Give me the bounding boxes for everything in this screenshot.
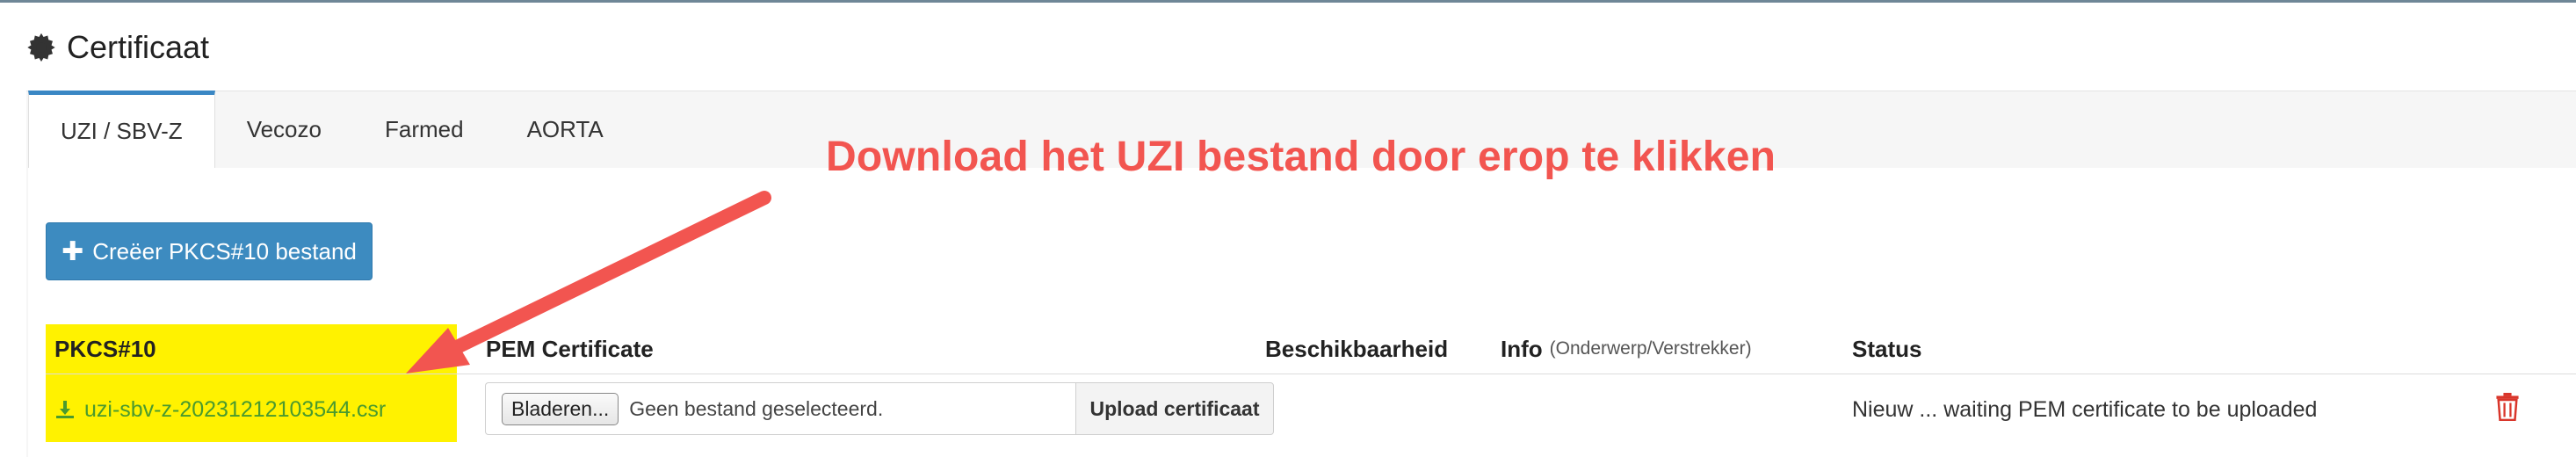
csr-filename: uzi-sbv-z-20231212103544.csr: [84, 396, 387, 422]
tab-bar: UZI / SBV-Z Vecozo Farmed AORTA: [28, 91, 635, 168]
column-header-status-label: Status: [1852, 335, 1922, 362]
column-header-pem-label: PEM Certificate: [486, 335, 654, 362]
create-pkcs10-label: Creëer PKCS#10 bestand: [92, 237, 357, 265]
column-header-pkcs10-label: PKCS#10: [54, 335, 156, 362]
plus-icon: ✚: [62, 236, 84, 266]
column-header-pem: PEM Certificate: [486, 324, 654, 374]
column-header-info-sub: (Onderwerp/Verstrekker): [1549, 338, 1752, 359]
column-header-info: Info (Onderwerp/Verstrekker): [1501, 324, 1752, 374]
tab-farmed[interactable]: Farmed: [353, 91, 496, 168]
tab-content: ✚ Creëer PKCS#10 bestand PKCS#10 PEM Cer…: [28, 168, 2576, 457]
gear-icon: [27, 33, 55, 62]
column-header-status: Status: [1852, 324, 1921, 374]
browse-button[interactable]: Bladeren...: [502, 392, 619, 425]
column-header-beschikbaarheid-label: Beschikbaarheid: [1265, 335, 1449, 362]
file-placeholder-text: Geen bestand geselecteerd.: [629, 396, 884, 420]
pem-file-input[interactable]: Bladeren... Geen bestand geselecteerd.: [485, 382, 1075, 435]
create-pkcs10-button[interactable]: ✚ Creëer PKCS#10 bestand: [46, 222, 373, 280]
tab-aorta[interactable]: AORTA: [496, 91, 635, 168]
pem-upload-group: Bladeren... Geen bestand geselecteerd. U…: [485, 382, 1274, 435]
upload-certificate-button[interactable]: Upload certificaat: [1075, 382, 1274, 435]
column-header-beschikbaarheid: Beschikbaarheid: [1265, 324, 1448, 374]
page-title: Certificaat: [67, 29, 210, 65]
download-icon: [56, 401, 74, 418]
page-header: Certificaat: [25, 29, 209, 66]
csr-download-link[interactable]: uzi-sbv-z-20231212103544.csr: [54, 388, 386, 432]
column-header-pkcs10: PKCS#10: [54, 324, 156, 374]
annotation-text: Download het UZI bestand door erop te kl…: [826, 134, 1776, 180]
trash-icon[interactable]: [2495, 393, 2520, 421]
page-frame: Certificaat UZI / SBV-Z Vecozo Farmed AO…: [0, 0, 2576, 457]
status-text: Nieuw ... waiting PEM certificate to be …: [1852, 396, 2318, 422]
tab-uzi-sbv-z[interactable]: UZI / SBV-Z: [28, 91, 215, 168]
column-header-info-label: Info: [1501, 335, 1543, 362]
tab-vecozo[interactable]: Vecozo: [215, 91, 353, 168]
